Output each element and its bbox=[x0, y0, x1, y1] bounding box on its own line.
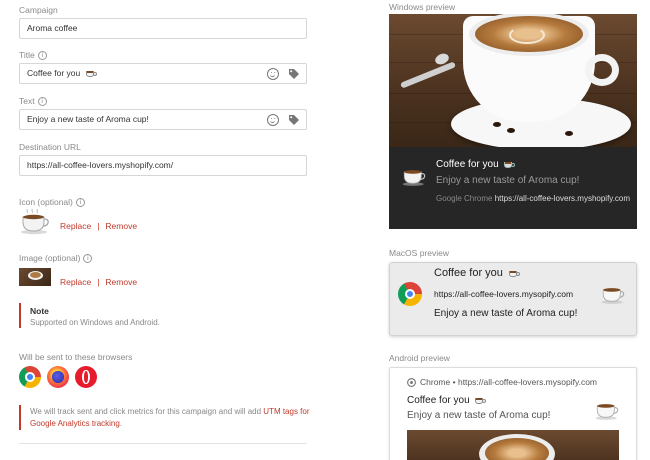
android-bullet: • bbox=[452, 377, 456, 387]
android-url: https://all-coffee-lovers.mysopify.com bbox=[457, 377, 598, 387]
tracking-accent-bar bbox=[19, 405, 21, 430]
coffee-emoji-icon bbox=[504, 160, 516, 169]
windows-preview-label: Windows preview bbox=[389, 2, 456, 12]
coffee-cup-icon bbox=[21, 209, 49, 235]
android-notification-body: Enjoy a new taste of Aroma cup! bbox=[407, 410, 551, 421]
title-value: Coffee for you bbox=[27, 68, 81, 78]
text-input[interactable]: Enjoy a new taste of Aroma cup! bbox=[19, 109, 307, 130]
macos-notification-body: Enjoy a new taste of Aroma cup! bbox=[434, 308, 578, 319]
macos-preview-label: MacOS preview bbox=[389, 248, 449, 258]
note-title: Note bbox=[30, 306, 49, 316]
coffee-cup-icon bbox=[595, 404, 619, 420]
windows-notification-title: Coffee for you bbox=[436, 159, 499, 170]
icon-remove-link[interactable]: Remove bbox=[105, 221, 137, 231]
title-input[interactable]: Coffee for you bbox=[19, 63, 307, 84]
note-accent-bar bbox=[19, 303, 21, 328]
windows-notification-body: Enjoy a new taste of Aroma cup! bbox=[436, 175, 580, 186]
windows-preview-image bbox=[389, 14, 637, 147]
android-notification: Chrome • https://all-coffee-lovers.mysop… bbox=[389, 367, 637, 460]
divider bbox=[19, 443, 307, 444]
text-value: Enjoy a new taste of Aroma cup! bbox=[27, 114, 149, 124]
info-icon[interactable]: i bbox=[83, 254, 93, 264]
chrome-icon bbox=[398, 282, 422, 306]
info-icon[interactable]: i bbox=[37, 51, 47, 61]
coffee-emoji-icon bbox=[85, 69, 98, 78]
image-remove-link[interactable]: Remove bbox=[105, 277, 137, 287]
coffee-emoji-icon bbox=[508, 269, 521, 278]
separator: | bbox=[97, 277, 100, 287]
tag-icon[interactable] bbox=[288, 68, 300, 80]
text-label: Text i bbox=[19, 96, 47, 107]
android-preview-label: Android preview bbox=[389, 353, 450, 363]
chrome-icon bbox=[19, 366, 41, 388]
image-replace-link[interactable]: Replace bbox=[60, 277, 91, 287]
macos-notification: Coffee for you https://all-coffee-lovers… bbox=[389, 262, 637, 336]
coffee-cup-icon bbox=[402, 170, 426, 186]
tag-icon[interactable] bbox=[288, 114, 300, 126]
icon-replace-link[interactable]: Replace bbox=[60, 221, 91, 231]
image-label: Image (optional) i bbox=[19, 253, 93, 264]
android-preview-image bbox=[407, 430, 619, 460]
macos-notification-title: Coffee for you bbox=[434, 267, 503, 279]
note-text: Supported on Windows and Android. bbox=[30, 318, 160, 327]
coffee-emoji-icon bbox=[475, 396, 487, 405]
campaign-value: Aroma coffee bbox=[27, 23, 78, 33]
windows-notification-source: Google Chrome https://all-coffee-lovers.… bbox=[436, 194, 631, 203]
destination-label: Destination URL bbox=[19, 142, 81, 152]
android-app-name: Chrome bbox=[420, 377, 451, 387]
destination-input[interactable]: https://all-coffee-lovers.myshopify.com/ bbox=[19, 155, 307, 176]
tracking-text: We will track sent and click metrics for… bbox=[30, 407, 310, 428]
campaign-input[interactable]: Aroma coffee bbox=[19, 18, 307, 39]
browsers-label: Will be sent to these browsers bbox=[19, 352, 133, 362]
campaign-label: Campaign bbox=[19, 5, 58, 15]
info-icon[interactable]: i bbox=[75, 198, 85, 208]
info-icon[interactable]: i bbox=[37, 97, 47, 107]
firefox-icon bbox=[47, 366, 69, 388]
android-notification-title: Coffee for you bbox=[407, 395, 470, 406]
image-thumbnail bbox=[19, 268, 51, 286]
emoji-picker-icon[interactable] bbox=[267, 67, 279, 80]
emoji-picker-icon[interactable] bbox=[267, 113, 279, 126]
chrome-small-icon bbox=[407, 378, 416, 387]
separator: | bbox=[97, 221, 100, 231]
icon-label: Icon (optional) i bbox=[19, 197, 85, 208]
opera-icon bbox=[75, 366, 97, 388]
title-label: Title i bbox=[19, 50, 47, 61]
coffee-cup-icon bbox=[601, 288, 625, 304]
windows-notification: Coffee for you Enjoy a new taste of Arom… bbox=[389, 147, 637, 229]
destination-value: https://all-coffee-lovers.myshopify.com/ bbox=[27, 160, 174, 170]
macos-notification-url: https://all-coffee-lovers.mysopify.com bbox=[434, 289, 574, 299]
